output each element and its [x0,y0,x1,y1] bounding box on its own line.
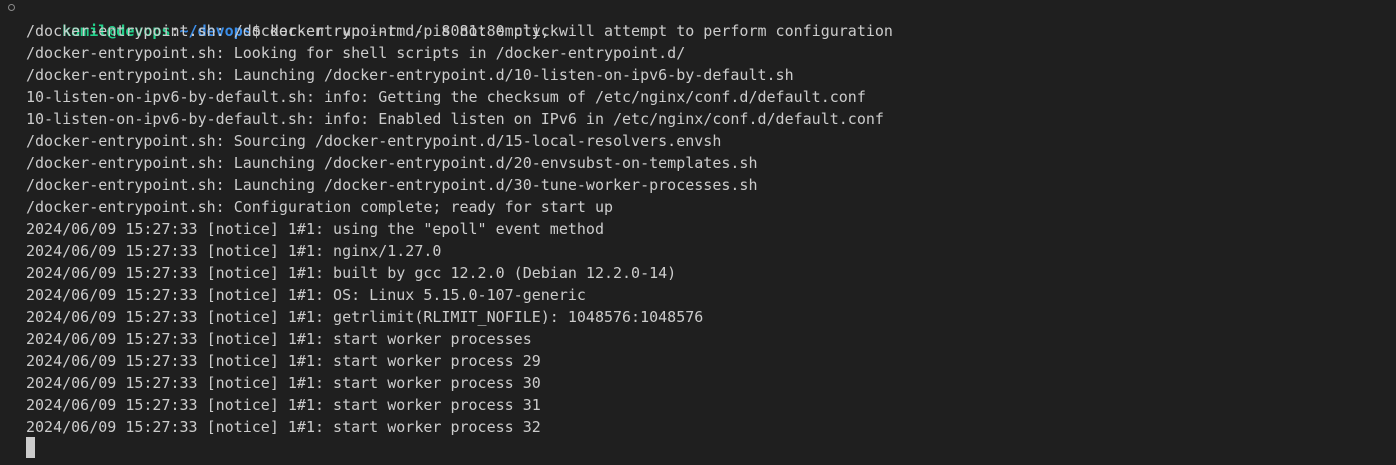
prompt-line: kamil@devops:~/devops$ docker run --rm -… [26,0,559,40]
output-line: 2024/06/09 15:27:33 [notice] 1#1: start … [26,396,541,414]
output-line: 2024/06/09 15:27:33 [notice] 1#1: using … [26,220,604,238]
output-line: 2024/06/09 15:27:33 [notice] 1#1: start … [26,352,541,370]
output-line: /docker-entrypoint.sh: Configuration com… [26,198,613,216]
command-decoration-icon[interactable] [8,4,15,11]
output-line: /docker-entrypoint.sh: Launching /docker… [26,154,758,172]
terminal-panel[interactable]: kamil@devops:~/devops$ docker run --rm -… [0,0,1396,465]
output-line: /docker-entrypoint.sh: Launching /docker… [26,66,794,84]
terminal-cursor [26,437,35,458]
output-line: 10-listen-on-ipv6-by-default.sh: info: G… [26,88,866,106]
output-line: /docker-entrypoint.sh: Launching /docker… [26,176,758,194]
output-line: 2024/06/09 15:27:33 [notice] 1#1: nginx/… [26,242,442,260]
output-line: /docker-entrypoint.sh: Looking for shell… [26,44,686,62]
output-line: 2024/06/09 15:27:33 [notice] 1#1: start … [26,374,541,392]
output-line: 10-listen-on-ipv6-by-default.sh: info: E… [26,110,884,128]
output-line: /docker-entrypoint.sh: Sourcing /docker-… [26,132,722,150]
output-line: /docker-entrypoint.sh: /docker-entrypoin… [26,22,893,40]
output-line: 2024/06/09 15:27:33 [notice] 1#1: getrli… [26,308,704,326]
output-line: 2024/06/09 15:27:33 [notice] 1#1: start … [26,330,532,348]
output-line: 2024/06/09 15:27:33 [notice] 1#1: start … [26,418,541,436]
output-line: 2024/06/09 15:27:33 [notice] 1#1: built … [26,264,677,282]
output-line: 2024/06/09 15:27:33 [notice] 1#1: OS: Li… [26,286,586,304]
